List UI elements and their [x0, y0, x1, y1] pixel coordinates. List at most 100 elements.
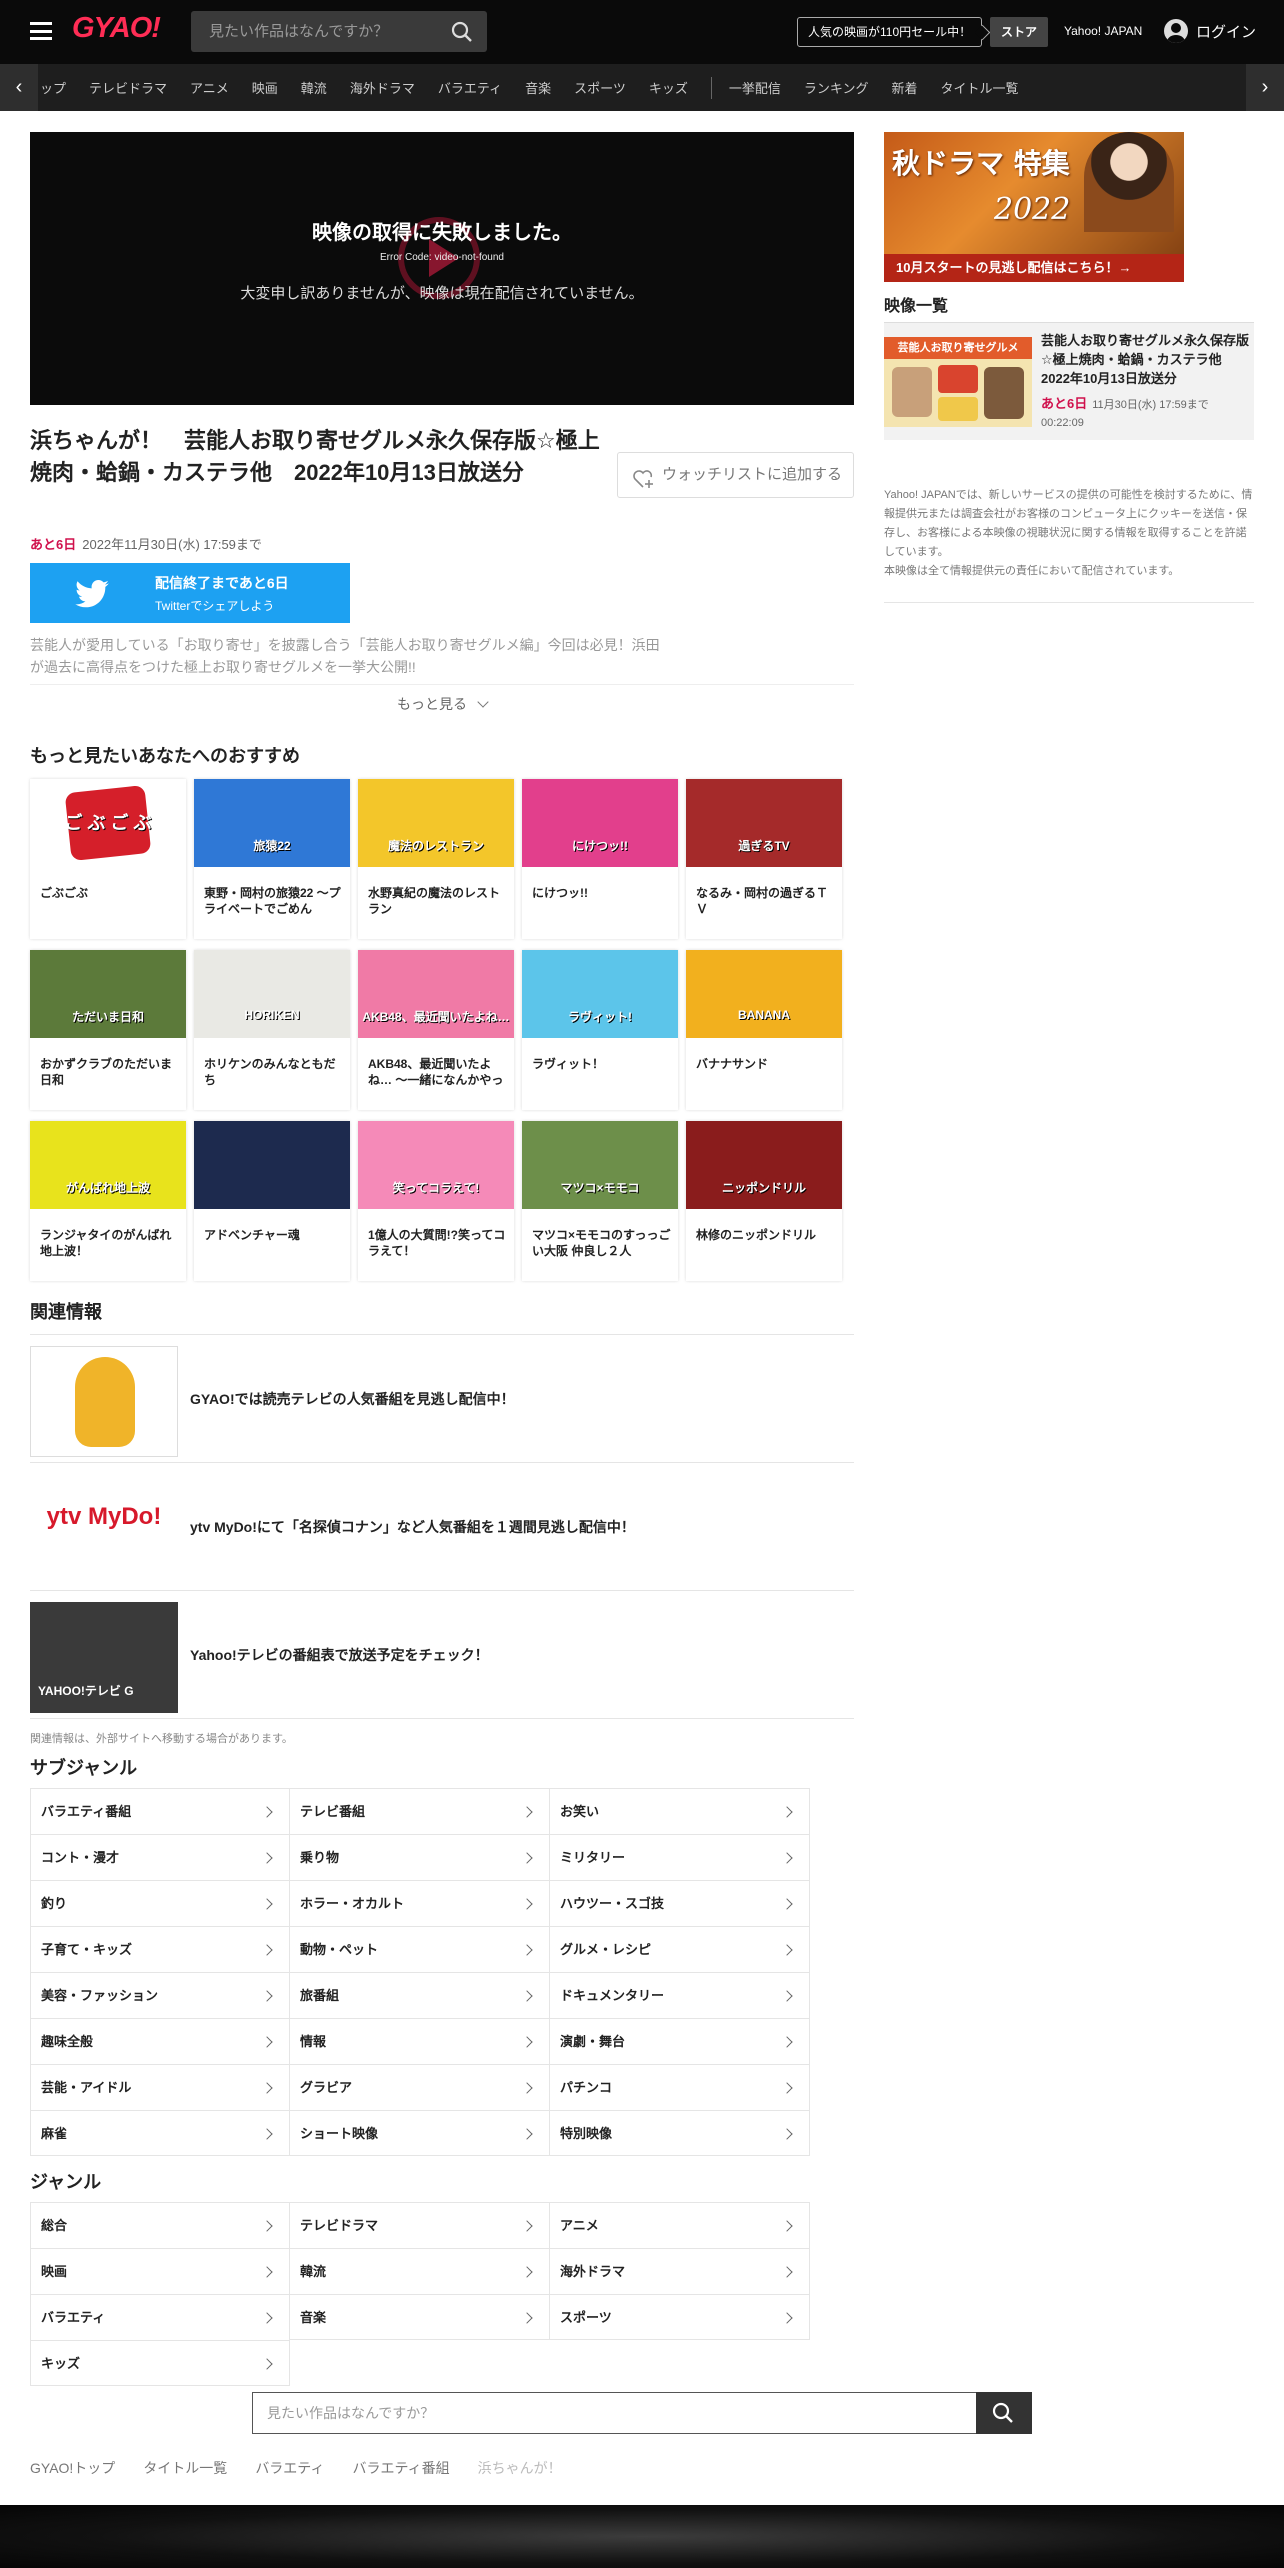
- subgenre-item[interactable]: グルメ・レシピ: [550, 1926, 810, 1972]
- genre-item[interactable]: バラエティ: [30, 2294, 290, 2340]
- recommend-card[interactable]: BANANA バナナサンド: [686, 950, 842, 1110]
- watchlist-button[interactable]: ウォッチリストに追加する: [617, 452, 854, 498]
- nav-item[interactable]: タイトル一覧: [941, 78, 1019, 97]
- nav-item[interactable]: 映画: [252, 78, 278, 97]
- related-item[interactable]: YAHOO!テレビ G Yahoo!テレビの番組表で放送予定をチェック！: [30, 1590, 854, 1718]
- nav-item[interactable]: ランキング: [804, 78, 869, 97]
- recommend-name: なるみ・岡村の過ぎるＴＶ: [696, 886, 829, 916]
- genre-label: スポーツ: [560, 2310, 612, 2325]
- genre-item[interactable]: 韓流: [290, 2248, 550, 2294]
- breadcrumb-item[interactable]: バラエティ: [255, 2458, 324, 2478]
- subgenre-item[interactable]: コント・漫才: [30, 1834, 290, 1880]
- nav-prev-icon[interactable]: ‹: [0, 64, 38, 111]
- subgenre-item[interactable]: パチンコ: [550, 2064, 810, 2110]
- genre-item[interactable]: 映画: [30, 2248, 290, 2294]
- gyao-logo[interactable]: GYAO!: [72, 12, 161, 45]
- subgenre-item[interactable]: 旅番組: [290, 1972, 550, 2018]
- subgenre-item[interactable]: ハウツー・スゴ技: [550, 1880, 810, 1926]
- related-item[interactable]: ytv MyDo! ytv MyDo!にて「名探偵コナン」など人気番組を１週間見逃…: [30, 1462, 854, 1590]
- thumbnail-label: マツコ×モモコ: [560, 1181, 640, 1195]
- recommend-card[interactable]: ご ぶ ご ぶごぶごぶ: [30, 779, 186, 939]
- menu-icon[interactable]: [30, 22, 52, 40]
- recommend-card[interactable]: 旅猿22 東野・岡村の旅猿22 ～プライベートでごめん: [194, 779, 350, 939]
- subgenre-item[interactable]: ミリタリー: [550, 1834, 810, 1880]
- subgenre-item[interactable]: 子育て・キッズ: [30, 1926, 290, 1972]
- nav-item[interactable]: バラエティ: [438, 78, 502, 97]
- subgenre-item[interactable]: バラエティ番組: [30, 1788, 290, 1834]
- genre-item[interactable]: 音楽: [290, 2294, 550, 2340]
- twitter-share-button[interactable]: 配信終了まであと6日 Twitterでシェアしよう: [30, 563, 350, 623]
- subgenre-item[interactable]: グラビア: [290, 2064, 550, 2110]
- subgenre-item[interactable]: 演劇・舞台: [550, 2018, 810, 2064]
- recommend-thumbnail: ただいま日和: [30, 950, 186, 1038]
- recommend-card[interactable]: マツコ×モモコ マツコ×モモコのすっっごい大阪 仲良し２人: [522, 1121, 678, 1281]
- subgenre-item[interactable]: 趣味全般: [30, 2018, 290, 2064]
- recommend-card[interactable]: アドベンチャー魂: [194, 1121, 350, 1281]
- video-thumbnail: 芸能人お取り寄せグルメ: [884, 337, 1032, 427]
- subgenre-item[interactable]: テレビ番組: [290, 1788, 550, 1834]
- genre-label: 海外ドラマ: [560, 2264, 626, 2279]
- nav-item[interactable]: アニメ: [190, 78, 229, 97]
- more-button[interactable]: もっと見る: [30, 684, 854, 722]
- nav-item[interactable]: スポーツ: [574, 78, 626, 97]
- nav-item[interactable]: テレビドラマ: [89, 78, 167, 97]
- nav-item[interactable]: 海外ドラマ: [350, 78, 415, 97]
- bottom-search-input[interactable]: [252, 2392, 976, 2434]
- recommend-card[interactable]: にけつッ!! にけつッ!!: [522, 779, 678, 939]
- subgenre-item[interactable]: ドキュメンタリー: [550, 1972, 810, 2018]
- recommend-card[interactable]: ニッポンドリル 林修のニッポンドリル: [686, 1121, 842, 1281]
- nav-item[interactable]: 新着: [891, 78, 917, 97]
- chevron-right-icon: [521, 1852, 533, 1864]
- subgenre-item[interactable]: ホラー・オカルト: [290, 1880, 550, 1926]
- subgenre-item[interactable]: 釣り: [30, 1880, 290, 1926]
- promo-balloon[interactable]: 人気の映画が110円セール中！: [797, 17, 983, 47]
- login-link[interactable]: ログイン: [1164, 19, 1256, 43]
- autumn-drama-banner[interactable]: 秋ドラマ 特集 2022 10月スタートの見逃し配信はこちら！→: [884, 132, 1184, 282]
- subgenre-item[interactable]: 美容・ファッション: [30, 1972, 290, 2018]
- nav-item[interactable]: ップ: [40, 78, 66, 97]
- bottom-search-button[interactable]: [976, 2392, 1032, 2434]
- subgenre-item[interactable]: 乗り物: [290, 1834, 550, 1880]
- genre-item[interactable]: スポーツ: [550, 2294, 810, 2340]
- subgenre-item[interactable]: 動物・ペット: [290, 1926, 550, 1972]
- related-item[interactable]: GYAO!では読売テレビの人気番組を見逃し配信中！: [30, 1334, 854, 1462]
- breadcrumb-item[interactable]: GYAO!トップ: [30, 2458, 115, 2478]
- recommend-card[interactable]: 笑ってコラえて! 1億人の大質問!?笑ってコラえて！: [358, 1121, 514, 1281]
- search-input[interactable]: [191, 11, 441, 52]
- subgenre-item[interactable]: 情報: [290, 2018, 550, 2064]
- search-icon[interactable]: [451, 21, 473, 48]
- store-button[interactable]: ストア: [990, 17, 1048, 47]
- recommend-card[interactable]: 過ぎるTV なるみ・岡村の過ぎるＴＶ: [686, 779, 842, 939]
- nav-item[interactable]: キッズ: [649, 78, 688, 97]
- subgenre-item[interactable]: 特別映像: [550, 2110, 810, 2156]
- nav-item[interactable]: 韓流: [301, 78, 327, 97]
- subgenre-item[interactable]: ショート映像: [290, 2110, 550, 2156]
- recommend-card[interactable]: AKB48、最近聞いたよね… AKB48、最近聞いたよね… ～一緒になんかやってみ…: [358, 950, 514, 1110]
- yahoo-japan-link[interactable]: Yahoo! JAPAN: [1064, 24, 1142, 38]
- nav-next-icon[interactable]: ›: [1246, 64, 1284, 111]
- video-player[interactable]: 映像の取得に失敗しました。 Error Code: video-not-foun…: [30, 132, 854, 405]
- genre-item[interactable]: アニメ: [550, 2202, 810, 2248]
- genre-item[interactable]: 海外ドラマ: [550, 2248, 810, 2294]
- genre-item[interactable]: 総合: [30, 2202, 290, 2248]
- recommend-card[interactable]: 魔法のレストラン 水野真紀の魔法のレストラン: [358, 779, 514, 939]
- subgenre-item[interactable]: 芸能・アイドル: [30, 2064, 290, 2110]
- breadcrumb-item[interactable]: バラエティ番組: [352, 2458, 449, 2478]
- recommend-name: ごぶごぶ: [40, 886, 89, 900]
- subgenre-item[interactable]: 麻雀: [30, 2110, 290, 2156]
- recommend-card[interactable]: がんばれ地上波 ランジャタイのがんばれ地上波！: [30, 1121, 186, 1281]
- breadcrumb-item[interactable]: タイトル一覧: [143, 2458, 227, 2478]
- nav-item[interactable]: 一挙配信: [729, 78, 781, 97]
- related-logo: ytv MyDo!: [46, 1503, 162, 1530]
- recommend-card[interactable]: ラヴィット! ラヴィット！: [522, 950, 678, 1110]
- video-list-item[interactable]: 芸能人お取り寄せグルメ 芸能人お取り寄せグルメ永久保存版☆極上焼肉・蛤鍋・カステ…: [884, 322, 1254, 440]
- recommend-name: ホリケンのみんなともだち: [204, 1057, 336, 1087]
- genre-item[interactable]: テレビドラマ: [290, 2202, 550, 2248]
- chevron-right-icon: [261, 1944, 273, 1956]
- chevron-right-icon: [781, 1990, 793, 2002]
- genre-item[interactable]: キッズ: [30, 2340, 290, 2386]
- recommend-card[interactable]: HORIKEN ホリケンのみんなともだち: [194, 950, 350, 1110]
- nav-item[interactable]: 音楽: [525, 78, 551, 97]
- subgenre-item[interactable]: お笑い: [550, 1788, 810, 1834]
- recommend-card[interactable]: ただいま日和 おかずクラブのただいま日和: [30, 950, 186, 1110]
